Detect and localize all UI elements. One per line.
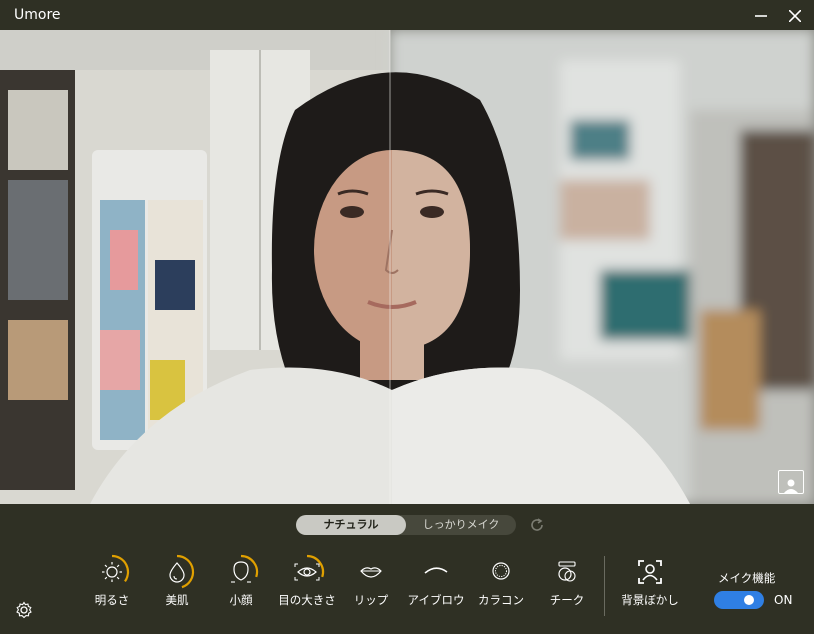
makeup-feature-label: メイク機能 (718, 571, 776, 585)
tool-cheek[interactable]: チーク (532, 548, 602, 612)
tool-eye-size[interactable]: 目の大きさ (272, 548, 342, 612)
picture-in-picture-button[interactable] (778, 470, 804, 494)
lip-icon (360, 567, 382, 578)
mode-natural[interactable]: ナチュラル (296, 515, 406, 535)
person-frame-icon (638, 560, 662, 584)
tool-label: リップ (353, 593, 389, 607)
skin-drop-icon (169, 554, 195, 589)
app-title: Umore (14, 7, 61, 23)
tool-eyebrow[interactable]: アイブロウ (401, 548, 471, 612)
eye-size-icon (294, 554, 325, 581)
person-icon (784, 479, 798, 493)
tool-brightness[interactable]: 明るさ (77, 548, 147, 612)
tool-label: 小顔 (229, 593, 253, 607)
minimize-button[interactable] (750, 5, 772, 27)
tool-face-slim[interactable]: 小顔 (206, 548, 276, 612)
toggle-knob (744, 595, 754, 605)
camera-preview (0, 30, 814, 504)
divider (604, 556, 605, 616)
close-button[interactable] (784, 5, 806, 27)
mode-toggle: ナチュラル しっかりメイク (296, 515, 516, 535)
tool-color-contact[interactable]: カラコン (466, 548, 536, 612)
cheek-icon (558, 561, 576, 582)
reset-icon[interactable] (528, 516, 546, 534)
tool-label: 目の大きさ (278, 593, 336, 607)
background-blur-label: 背景ぼかし (621, 593, 679, 607)
tool-label: チーク (549, 593, 585, 607)
eyebrow-icon (424, 567, 448, 574)
makeup-feature-state: ON (774, 593, 793, 607)
tool-lip[interactable]: リップ (336, 548, 406, 612)
camera-image (0, 30, 814, 504)
mode-full-makeup[interactable]: しっかりメイク (406, 515, 516, 535)
makeup-feature-toggle[interactable] (714, 591, 764, 609)
tool-skin[interactable]: 美肌 (142, 548, 212, 612)
gear-icon[interactable] (14, 600, 34, 620)
tool-label: 明るさ (94, 593, 130, 607)
face-slim-icon (231, 554, 259, 583)
close-icon (789, 10, 801, 22)
tool-label: アイブロウ (407, 593, 465, 607)
tool-label: 美肌 (165, 593, 189, 607)
background-blur-button[interactable]: 背景ぼかし (615, 548, 685, 612)
minimize-icon (755, 15, 767, 17)
brightness-icon (102, 554, 130, 583)
color-contact-icon (492, 562, 510, 580)
title-bar: Umore (0, 0, 814, 30)
app-window: Umore ナチュラル しっかりメイク 明るさ 美肌 小顔 目の大きさ リップ … (0, 0, 814, 634)
tool-label: カラコン (478, 593, 524, 607)
control-panel: ナチュラル しっかりメイク 明るさ 美肌 小顔 目の大きさ リップ アイブロウ … (0, 504, 814, 634)
